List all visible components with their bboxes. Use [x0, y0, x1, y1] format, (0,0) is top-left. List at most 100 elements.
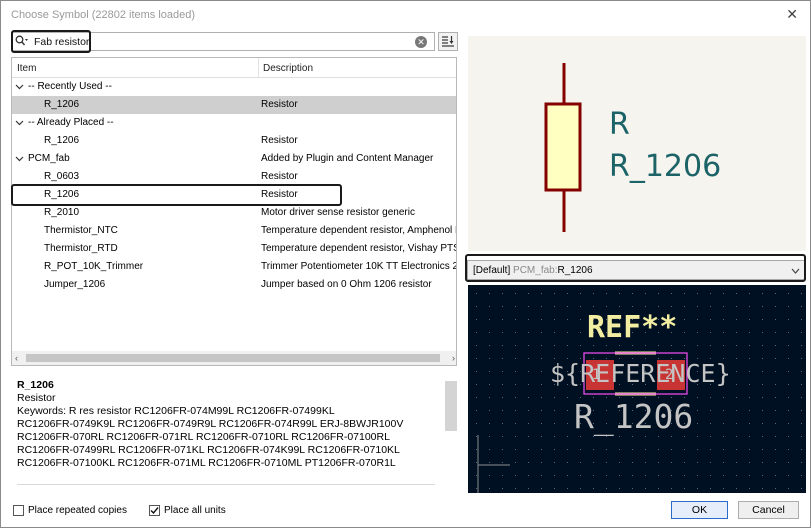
window-title: Choose Symbol (22802 items loaded) — [11, 9, 196, 21]
tree-group-pcm-fab[interactable]: PCM_fab Added by Plugin and Content Mana… — [12, 150, 456, 168]
grid-dot — [632, 293, 633, 294]
grid-dot — [775, 488, 776, 489]
grid-dot — [580, 293, 581, 294]
grid-dot — [658, 488, 659, 489]
grid-dot — [606, 345, 607, 346]
column-header-item[interactable]: Item — [17, 63, 36, 74]
grid-dot — [710, 423, 711, 424]
grid-dot — [489, 371, 490, 372]
grid-dot — [749, 371, 750, 372]
grid-dot — [801, 384, 802, 385]
grid-dot — [554, 345, 555, 346]
details-vertical-scrollbar[interactable] — [445, 381, 457, 431]
grid-dot — [736, 475, 737, 476]
column-header-description[interactable]: Description — [263, 63, 313, 74]
grid-dot — [671, 436, 672, 437]
cancel-button[interactable]: Cancel — [738, 501, 799, 519]
grid-dot — [710, 319, 711, 320]
chevron-down-icon[interactable] — [15, 154, 24, 163]
grid-dot — [476, 293, 477, 294]
grid-dot — [554, 462, 555, 463]
grid-dot — [515, 488, 516, 489]
grid-dot — [606, 306, 607, 307]
grid-dot — [541, 423, 542, 424]
grid-dot — [723, 345, 724, 346]
details-keywords-line: RC1206FR-07100KL RC1206FR-071ML RC1206FR… — [17, 457, 396, 469]
place-all-units-checkbox[interactable] — [149, 505, 160, 516]
grid-dot — [723, 488, 724, 489]
grid-dot — [502, 397, 503, 398]
grid-dot — [788, 436, 789, 437]
grid-dot — [476, 475, 477, 476]
grid-dot — [762, 384, 763, 385]
grid-dot — [515, 449, 516, 450]
grid-dot — [658, 293, 659, 294]
place-repeated-checkbox[interactable] — [13, 505, 24, 516]
grid-dot — [502, 488, 503, 489]
grid-dot — [476, 462, 477, 463]
grid-dot — [710, 462, 711, 463]
symbol-preview: R R_1206 — [468, 36, 806, 251]
grid-dot — [736, 306, 737, 307]
grid-dot — [775, 358, 776, 359]
grid-dot — [632, 449, 633, 450]
horizontal-scrollbar[interactable]: ‹ › — [12, 351, 456, 365]
tree-row[interactable]: R_POT_10K_Trimmer Trimmer Potentiometer … — [12, 258, 456, 276]
tree-row[interactable]: Thermistor_RTD Temperature dependent res… — [12, 240, 456, 258]
grid-dot — [593, 306, 594, 307]
grid-dot — [762, 293, 763, 294]
tree-row[interactable]: R_2010 Motor driver sense resistor gener… — [12, 204, 456, 222]
grid-dot — [515, 371, 516, 372]
scroll-left-icon[interactable]: ‹ — [15, 353, 18, 363]
grid-dot — [476, 410, 477, 411]
chevron-down-icon[interactable] — [15, 82, 24, 91]
symbol-reference: R — [609, 107, 630, 142]
choose-symbol-dialog: Choose Symbol (22802 items loaded) ✕ Fab… — [0, 0, 811, 528]
grid-dot — [515, 384, 516, 385]
tree-row[interactable]: R_1206 Resistor — [12, 132, 456, 150]
grid-dot — [580, 436, 581, 437]
grid-dot — [567, 436, 568, 437]
grid-dot — [762, 410, 763, 411]
tree-group-already-placed[interactable]: -- Already Placed -- — [12, 114, 456, 132]
tree-item-label: Thermistor_NTC — [44, 225, 118, 236]
grid-dot — [762, 488, 763, 489]
ok-button[interactable]: OK — [671, 501, 728, 519]
chevron-down-icon[interactable] — [15, 118, 24, 127]
scrollbar-thumb[interactable] — [26, 354, 440, 362]
tree-row-selected[interactable]: R_1206 Resistor — [12, 96, 456, 114]
scroll-right-icon[interactable]: › — [452, 353, 455, 363]
grid-dot — [762, 345, 763, 346]
grid-dot — [554, 449, 555, 450]
grid-dot — [736, 449, 737, 450]
tree-row[interactable]: Jumper_1206 Jumper based on 0 Ohm 1206 r… — [12, 276, 456, 294]
grid-dot — [489, 410, 490, 411]
details-name: R_1206 — [17, 379, 54, 391]
symbol-tree[interactable]: Item Description -- Recently Used -- R_1… — [11, 57, 457, 366]
footprint-preview: REF** ${REFERENCE} 1 2 R_1206 — [468, 285, 806, 493]
grid-dot — [736, 462, 737, 463]
grid-dot — [580, 488, 581, 489]
grid-dot — [723, 449, 724, 450]
grid-dot — [788, 410, 789, 411]
grid-dot — [671, 345, 672, 346]
grid-dot — [541, 345, 542, 346]
clear-search-icon[interactable]: ✕ — [415, 36, 427, 48]
grid-dot — [723, 293, 724, 294]
grid-dot — [788, 358, 789, 359]
grid-dot — [528, 358, 529, 359]
close-icon[interactable]: ✕ — [786, 6, 798, 23]
grid-dot — [775, 436, 776, 437]
grid-dot — [749, 488, 750, 489]
grid-dot — [801, 345, 802, 346]
grid-dot — [567, 293, 568, 294]
tree-row[interactable]: Thermistor_NTC Temperature dependent res… — [12, 222, 456, 240]
tree-group-recently-used[interactable]: -- Recently Used -- — [12, 78, 456, 96]
column-separator[interactable] — [258, 58, 259, 78]
grid-dot — [710, 345, 711, 346]
grid-dot — [645, 345, 646, 346]
grid-dot — [749, 462, 750, 463]
grid-dot — [567, 449, 568, 450]
sort-button[interactable] — [438, 32, 458, 51]
grid-dot — [567, 397, 568, 398]
